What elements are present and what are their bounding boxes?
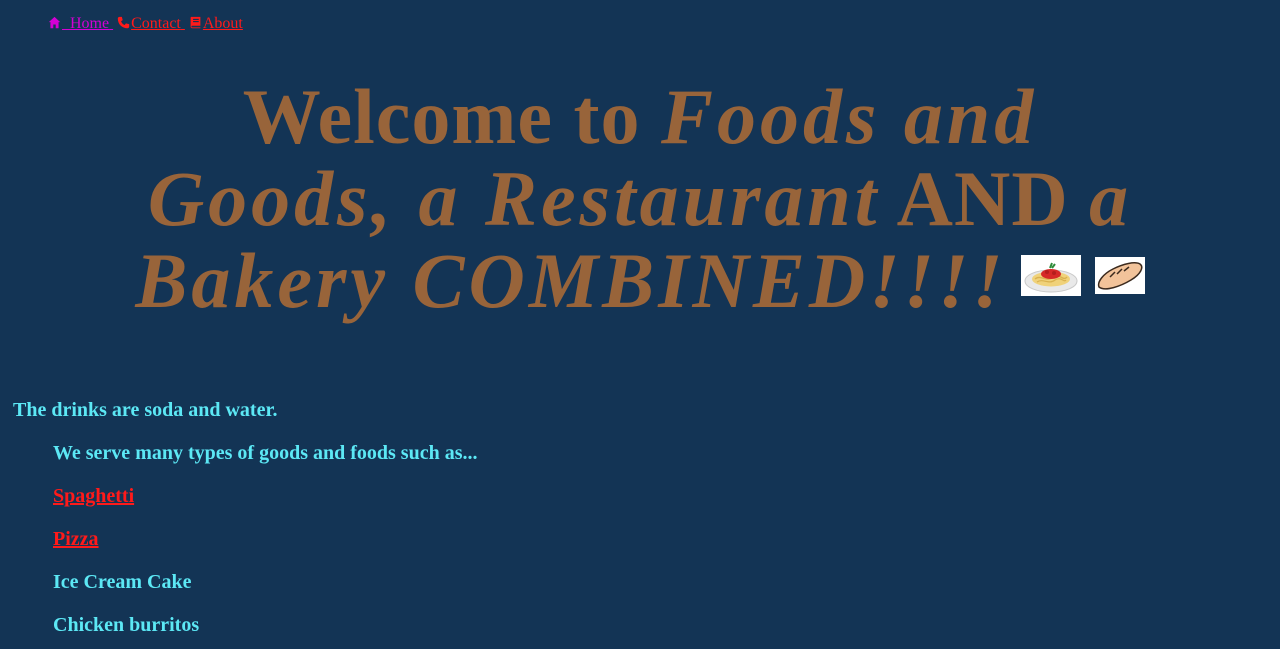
menu-list: We serve many types of goods and foods s… [53, 441, 477, 649]
hero-text-and: AND [880, 155, 1090, 242]
bread-image [1094, 256, 1145, 294]
spaghetti-link[interactable]: Spaghetti [53, 485, 134, 507]
drinks-text: The drinks are soda and water. [13, 399, 278, 421]
phone-icon [117, 16, 130, 29]
home-icon [48, 16, 61, 29]
menu-item-pizza: Pizza [53, 527, 477, 570]
spaghetti-image [1020, 254, 1081, 296]
nav-contact-link[interactable]: Contact [117, 15, 185, 32]
nav-about-label: About [202, 15, 243, 32]
menu-item-ice-cream-cake: Ice Cream Cake [53, 571, 192, 593]
hero-text-welcome: Welcome to [242, 73, 661, 160]
page: Home Contact About Welcome to Foods and … [0, 0, 1280, 649]
menu-intro: We serve many types of goods and foods s… [53, 442, 478, 464]
pizza-link[interactable]: Pizza [53, 528, 99, 550]
menu-item-spaghetti: Spaghetti [53, 484, 477, 527]
hero-heading: Welcome to Foods and Goods, a Restaurant… [110, 76, 1170, 322]
book-icon [190, 16, 201, 29]
nav-home-link[interactable]: Home [48, 15, 113, 32]
menu-item-chicken-burritos: Chicken burritos [53, 614, 200, 636]
nav-home-label: Home [62, 15, 110, 32]
top-nav: Home Contact About [48, 14, 247, 34]
nav-about-link[interactable]: About [189, 15, 243, 32]
nav-contact-label: Contact [131, 15, 181, 32]
